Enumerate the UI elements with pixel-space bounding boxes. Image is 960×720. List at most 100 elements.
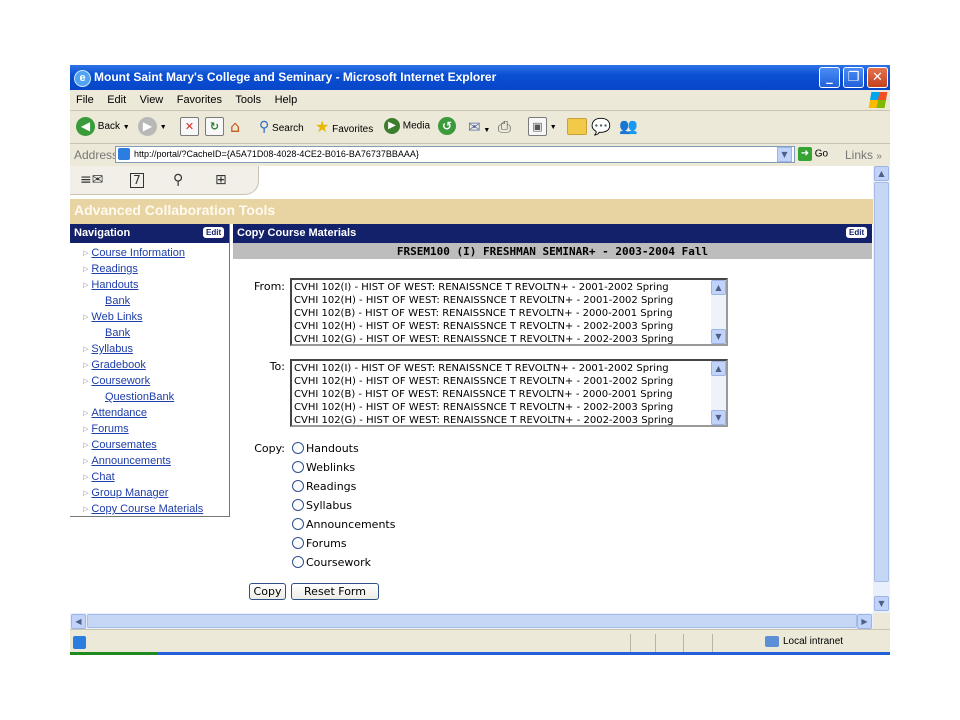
links-button[interactable]: Links » bbox=[845, 148, 882, 162]
history-button[interactable]: ↺ bbox=[438, 117, 456, 135]
nav-announcements-link[interactable]: Announcements bbox=[91, 455, 171, 467]
horizontal-scrollbar[interactable]: ◀ ▶ bbox=[70, 613, 873, 629]
scroll-up-arrow-icon[interactable]: ▲ bbox=[711, 280, 726, 295]
nav-syllabus-link[interactable]: Syllabus bbox=[91, 343, 133, 355]
scroll-down-arrow-icon[interactable]: ▼ bbox=[711, 329, 726, 344]
go-button[interactable]: ➜ Go bbox=[798, 147, 828, 161]
horizontal-scroll-thumb[interactable] bbox=[87, 614, 857, 628]
reset-form-button[interactable]: Reset Form bbox=[291, 583, 379, 600]
discuss-button[interactable]: 💬 bbox=[591, 117, 611, 136]
nav-gradebook-link[interactable]: Gradebook bbox=[91, 359, 145, 371]
nav-web-links[interactable]: ▷ Web Links bbox=[83, 311, 143, 323]
scroll-down-arrow-icon[interactable]: ▼ bbox=[711, 410, 726, 425]
vertical-scrollbar[interactable]: ▲ ▼ bbox=[873, 166, 890, 613]
from-option[interactable]: CVHI 102(B) - HIST OF WEST: RENAISSNCE T… bbox=[294, 308, 673, 319]
nav-edit-button[interactable]: Edit bbox=[203, 227, 225, 238]
to-option[interactable]: CVHI 102(H) - HIST OF WEST: RENAISSNCE T… bbox=[294, 376, 673, 387]
scroll-left-arrow-icon[interactable]: ◀ bbox=[71, 614, 86, 629]
folder-button[interactable] bbox=[567, 118, 587, 138]
menu-view[interactable]: View bbox=[134, 90, 167, 106]
vertical-scroll-thumb[interactable] bbox=[874, 182, 889, 582]
main-edit-button[interactable]: Edit bbox=[846, 227, 868, 238]
back-button[interactable]: ◀ Back ▼ bbox=[76, 117, 130, 136]
nav-questionbank[interactable]: QuestionBank bbox=[105, 391, 174, 403]
close-button[interactable]: ✕ bbox=[867, 67, 888, 88]
mail-icon[interactable]: ≡✉ bbox=[80, 172, 103, 188]
nav-forums-link[interactable]: Forums bbox=[91, 423, 128, 435]
nav-readings[interactable]: ▷ Readings bbox=[83, 263, 138, 275]
refresh-button[interactable]: ↻ bbox=[205, 117, 224, 136]
from-option[interactable]: CVHI 102(H) - HIST OF WEST: RENAISSNCE T… bbox=[294, 321, 673, 332]
radio-readings[interactable]: Readings bbox=[292, 480, 356, 493]
nav-chat-link[interactable]: Chat bbox=[91, 471, 114, 483]
radio-forums[interactable]: Forums bbox=[292, 537, 347, 550]
favorites-button[interactable]: ★ Favorites bbox=[315, 117, 373, 136]
nav-group-manager-link[interactable]: Group Manager bbox=[91, 487, 168, 499]
nav-attendance-link[interactable]: Attendance bbox=[91, 407, 147, 419]
scroll-up-arrow-icon[interactable]: ▲ bbox=[711, 361, 726, 376]
radio-button-icon[interactable] bbox=[292, 556, 304, 568]
scroll-up-arrow-icon[interactable]: ▲ bbox=[874, 166, 889, 181]
nav-chat[interactable]: ▷ Chat bbox=[83, 471, 115, 483]
radio-button-icon[interactable] bbox=[292, 499, 304, 511]
nav-coursemates-link[interactable]: Coursemates bbox=[91, 439, 156, 451]
menu-tools[interactable]: Tools bbox=[229, 90, 264, 106]
nav-coursework[interactable]: ▷ Coursework bbox=[83, 375, 150, 387]
radio-button-icon[interactable] bbox=[292, 480, 304, 492]
radio-syllabus[interactable]: Syllabus bbox=[292, 499, 352, 512]
to-option[interactable]: CVHI 102(I) - HIST OF WEST: RENAISSNCE T… bbox=[294, 363, 669, 374]
edit-button[interactable]: ▣ ▼ bbox=[528, 117, 557, 136]
print-button[interactable]: ⎙ bbox=[498, 117, 511, 137]
nav-handouts[interactable]: ▷ Handouts bbox=[83, 279, 138, 291]
address-dropdown-icon[interactable]: ▼ bbox=[777, 147, 792, 162]
radio-button-icon[interactable] bbox=[292, 461, 304, 473]
nav-coursework-link[interactable]: Coursework bbox=[91, 375, 150, 387]
from-option[interactable]: CVHI 102(I) - HIST OF WEST: RENAISSNCE T… bbox=[294, 282, 669, 293]
nav-copy-course-materials-link[interactable]: Copy Course Materials bbox=[91, 503, 203, 515]
from-option[interactable]: CVHI 102(G) - HIST OF WEST: RENAISSNCE T… bbox=[294, 334, 673, 344]
to-course-select[interactable]: CVHI 102(I) - HIST OF WEST: RENAISSNCE T… bbox=[290, 359, 728, 427]
radio-weblinks[interactable]: Weblinks bbox=[292, 461, 355, 474]
copy-button[interactable]: Copy bbox=[249, 583, 286, 600]
nav-handouts-link[interactable]: Handouts bbox=[91, 279, 138, 291]
menu-help[interactable]: Help bbox=[269, 90, 301, 106]
nav-web-links-link[interactable]: Web Links bbox=[91, 311, 142, 323]
radio-button-icon[interactable] bbox=[292, 442, 304, 454]
stop-button[interactable]: ✕ bbox=[180, 117, 199, 136]
search-button[interactable]: ⚲ Search bbox=[259, 119, 304, 135]
nav-readings-link[interactable]: Readings bbox=[91, 263, 137, 275]
nav-copy-course-materials[interactable]: ▷ Copy Course Materials bbox=[83, 503, 203, 515]
pin-icon[interactable]: ⚲ bbox=[173, 172, 183, 188]
to-option[interactable]: CVHI 102(G) - HIST OF WEST: RENAISSNCE T… bbox=[294, 415, 673, 425]
to-option[interactable]: CVHI 102(B) - HIST OF WEST: RENAISSNCE T… bbox=[294, 389, 673, 400]
nav-gradebook[interactable]: ▷ Gradebook bbox=[83, 359, 146, 371]
to-list-scrollbar[interactable]: ▲ ▼ bbox=[711, 361, 726, 425]
nav-syllabus[interactable]: ▷ Syllabus bbox=[83, 343, 133, 355]
radio-button-icon[interactable] bbox=[292, 518, 304, 530]
home-button[interactable]: ⌂ bbox=[230, 117, 240, 136]
radio-announcements[interactable]: Announcements bbox=[292, 518, 395, 531]
from-option[interactable]: CVHI 102(H) - HIST OF WEST: RENAISSNCE T… bbox=[294, 295, 673, 306]
radio-handouts[interactable]: Handouts bbox=[292, 442, 359, 455]
nav-attendance[interactable]: ▷ Attendance bbox=[83, 407, 147, 419]
nav-group-manager[interactable]: ▷ Group Manager bbox=[83, 487, 168, 499]
org-chart-icon[interactable]: ⊞ bbox=[215, 172, 227, 188]
media-button[interactable]: ▶ Media bbox=[384, 118, 430, 134]
nav-announcements[interactable]: ▷ Announcements bbox=[83, 455, 171, 467]
forward-button[interactable]: ▶ ▼ bbox=[138, 117, 167, 136]
scroll-down-arrow-icon[interactable]: ▼ bbox=[874, 596, 889, 611]
nav-handouts-bank[interactable]: Bank bbox=[105, 295, 130, 307]
from-list-scrollbar[interactable]: ▲ ▼ bbox=[711, 280, 726, 344]
calendar-icon[interactable]: 7 bbox=[130, 173, 144, 188]
nav-web-links-bank[interactable]: Bank bbox=[105, 327, 130, 339]
menu-favorites[interactable]: Favorites bbox=[171, 90, 225, 106]
nav-course-information-link[interactable]: Course Information bbox=[91, 247, 185, 259]
scroll-right-arrow-icon[interactable]: ▶ bbox=[857, 614, 872, 629]
to-option[interactable]: CVHI 102(H) - HIST OF WEST: RENAISSNCE T… bbox=[294, 402, 673, 413]
address-input[interactable]: http://portal/?CacheID={A5A71D08-4028-4C… bbox=[115, 146, 795, 163]
from-course-select[interactable]: CVHI 102(I) - HIST OF WEST: RENAISSNCE T… bbox=[290, 278, 728, 346]
nav-course-information[interactable]: ▷ Course Information bbox=[83, 247, 185, 259]
mail-button[interactable]: ✉ ▼ bbox=[468, 118, 490, 136]
nav-coursemates[interactable]: ▷ Coursemates bbox=[83, 439, 157, 451]
messenger-button[interactable]: 👥 bbox=[619, 117, 638, 135]
